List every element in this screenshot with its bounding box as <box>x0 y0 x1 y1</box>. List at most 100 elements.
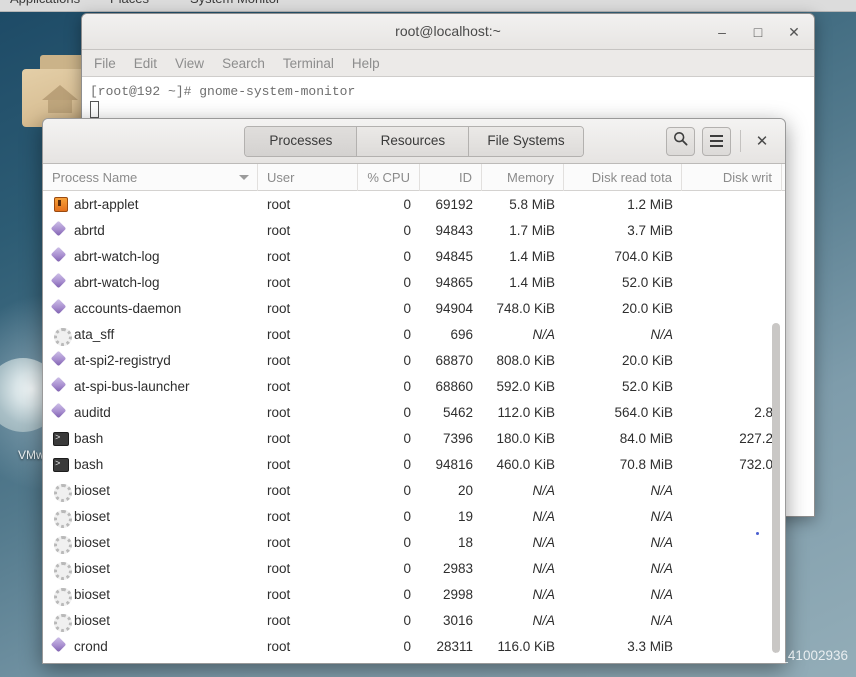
sort-descending-icon <box>239 175 249 180</box>
scrollbar-thumb[interactable] <box>772 323 780 653</box>
cell-process-name: abrt-watch-log <box>43 243 258 269</box>
cell-user: root <box>267 352 291 368</box>
cell-user: root <box>267 248 291 264</box>
process-name-label: bioset <box>74 560 111 576</box>
search-button[interactable] <box>666 126 695 156</box>
table-row[interactable]: bioset root 0 2983 N/A N/A <box>43 555 785 581</box>
cell-disk-read-total: 70.8 MiB <box>619 456 673 472</box>
cell-disk-write-total <box>682 269 782 295</box>
system-monitor-headerbar[interactable]: Processes Resources File Systems ✕ <box>43 119 785 164</box>
panel-menu-applications[interactable]: Applications <box>10 0 80 6</box>
headerbar-actions: ✕ <box>666 126 777 156</box>
column-header-cpu[interactable]: % CPU <box>358 164 420 191</box>
terminal-menu-help[interactable]: Help <box>352 56 380 71</box>
column-header-disk-write-total[interactable]: Disk writ <box>682 164 782 191</box>
cell-disk-read-total: N/A <box>650 482 673 498</box>
cell-process-name: auditd <box>43 399 258 425</box>
table-row[interactable]: abrt-applet root 0 69192 5.8 MiB 1.2 MiB <box>43 191 785 217</box>
cell-disk-write-total <box>682 503 782 529</box>
table-row[interactable]: abrt-watch-log root 0 94845 1.4 MiB 704.0 KiB <box>43 243 785 269</box>
process-name-label: ata_sff <box>74 326 115 342</box>
cell-pid: 2983 <box>442 560 473 576</box>
table-row[interactable]: bioset root 0 20 N/A N/A <box>43 477 785 503</box>
cell-disk-write-total <box>682 347 782 373</box>
column-header-user[interactable]: User <box>258 164 358 191</box>
tab-resources[interactable]: Resources <box>357 126 470 156</box>
process-name-label: at-spi2-registryd <box>74 352 171 368</box>
menu-button[interactable] <box>702 126 731 156</box>
cell-user: root <box>267 638 291 654</box>
cell-user: root <box>267 508 291 524</box>
panel-menu-places[interactable]: Places <box>110 0 149 6</box>
cell-cpu: 0 <box>403 456 411 472</box>
cell-disk-read-total: N/A <box>650 586 673 602</box>
column-header-id[interactable]: ID <box>420 164 482 191</box>
table-row[interactable]: ata_sff root 0 696 N/A N/A <box>43 321 785 347</box>
column-header-disk-read-total[interactable]: Disk read tota <box>564 164 682 191</box>
table-row[interactable]: auditd root 0 5462 112.0 KiB 564.0 KiB 2.8 <box>43 399 785 425</box>
process-name-label: accounts-daemon <box>74 300 182 316</box>
minimize-icon[interactable]: – <box>712 22 732 42</box>
tab-file-systems[interactable]: File Systems <box>469 126 583 156</box>
cell-disk-write-total <box>682 191 782 217</box>
column-header-memory[interactable]: Memory <box>482 164 564 191</box>
gear-process-icon <box>52 612 72 632</box>
system-monitor-window[interactable]: Processes Resources File Systems ✕ Proce… <box>42 118 786 664</box>
cell-pid: 94843 <box>435 222 473 238</box>
cell-pid: 28311 <box>436 638 473 654</box>
gear-process-icon <box>52 586 72 606</box>
table-row[interactable]: bioset root 0 2998 N/A N/A <box>43 581 785 607</box>
terminal-menu-view[interactable]: View <box>175 56 204 71</box>
cell-process-name: bioset <box>43 477 258 503</box>
search-icon <box>673 131 688 151</box>
close-icon[interactable]: ✕ <box>784 22 804 42</box>
close-window-button[interactable]: ✕ <box>750 129 774 153</box>
cell-disk-write-total <box>682 581 782 607</box>
process-table-scrollbar[interactable] <box>771 191 781 663</box>
table-row[interactable]: bioset root 0 18 N/A N/A <box>43 529 785 555</box>
diamond-process-icon <box>52 274 68 290</box>
terminal-menu-file[interactable]: File <box>94 56 116 71</box>
cell-user: root <box>267 222 291 238</box>
cell-pid: 94845 <box>435 248 473 264</box>
cell-disk-write-total <box>682 477 782 503</box>
process-table-header[interactable]: Process Name User % CPU ID Memory Disk r… <box>43 164 785 191</box>
terminal-menu-search[interactable]: Search <box>222 56 265 71</box>
process-name-label: auditd <box>74 404 111 420</box>
cell-memory: N/A <box>532 482 555 498</box>
cell-process-name: bash <box>43 425 258 451</box>
column-header-process-name[interactable]: Process Name <box>43 164 258 191</box>
table-row[interactable]: bioset root 0 19 N/A N/A <box>43 503 785 529</box>
cell-disk-read-total: 84.0 MiB <box>619 430 673 446</box>
table-row[interactable]: at-spi-bus-launcher root 0 68860 592.0 KiB 52… <box>43 373 785 399</box>
panel-menu-system-monitor[interactable]: System Monitor <box>190 0 280 6</box>
cell-disk-read-total: N/A <box>650 534 673 550</box>
cell-pid: 94904 <box>435 300 473 316</box>
terminal-menu-terminal[interactable]: Terminal <box>283 56 334 71</box>
table-row[interactable]: accounts-daemon root 0 94904 748.0 KiB 20.0 K… <box>43 295 785 321</box>
view-tabs[interactable]: Processes Resources File Systems <box>244 125 584 157</box>
diamond-process-icon <box>52 352 68 368</box>
process-table-body[interactable]: abrt-applet root 0 69192 5.8 MiB 1.2 MiB abrtd… <box>43 191 785 663</box>
cell-user: root <box>267 560 291 576</box>
cell-user: root <box>267 274 291 290</box>
table-row[interactable]: bash root 0 94816 460.0 KiB 70.8 MiB 732.0 <box>43 451 785 477</box>
gnome-top-panel[interactable]: Applications Places System Monitor <box>0 0 856 12</box>
terminal-titlebar[interactable]: root@localhost:~ – □ ✕ <box>82 14 814 50</box>
table-row[interactable]: bash root 0 7396 180.0 KiB 84.0 MiB 227.2 <box>43 425 785 451</box>
cell-process-name: at-spi-bus-launcher <box>43 373 258 399</box>
cell-disk-write-total <box>682 607 782 633</box>
cell-disk-read-total: N/A <box>650 560 673 576</box>
diamond-process-icon <box>52 638 68 654</box>
maximize-icon[interactable]: □ <box>748 22 768 42</box>
table-row[interactable]: at-spi2-registryd root 0 68870 808.0 KiB 20.0… <box>43 347 785 373</box>
table-row[interactable]: abrtd root 0 94843 1.7 MiB 3.7 MiB <box>43 217 785 243</box>
table-row[interactable]: bioset root 0 3016 N/A N/A <box>43 607 785 633</box>
tab-processes[interactable]: Processes <box>245 126 358 156</box>
gear-process-icon <box>52 534 72 554</box>
terminal-menubar[interactable]: File Edit View Search Terminal Help <box>82 50 814 77</box>
terminal-menu-edit[interactable]: Edit <box>134 56 157 71</box>
cell-memory: 1.4 MiB <box>509 274 555 290</box>
table-row[interactable]: abrt-watch-log root 0 94865 1.4 MiB 52.0 KiB <box>43 269 785 295</box>
gear-process-icon <box>52 326 72 346</box>
